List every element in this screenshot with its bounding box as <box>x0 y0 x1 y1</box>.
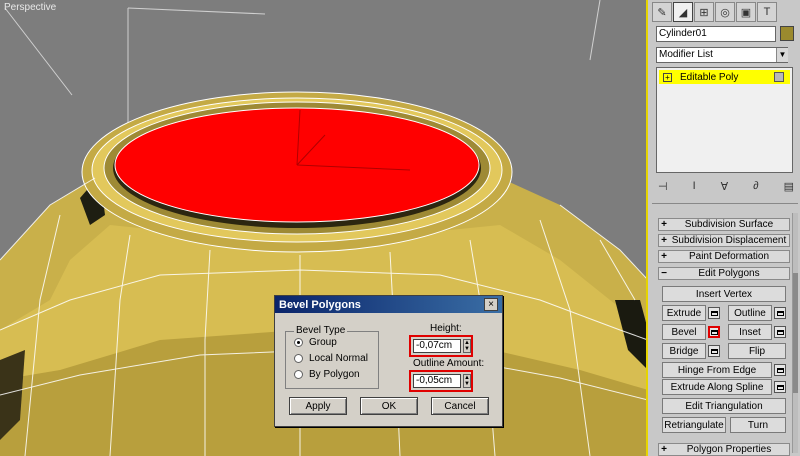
chevron-down-icon[interactable]: ▼ <box>776 48 788 62</box>
bevel-settings-button[interactable] <box>708 326 720 338</box>
inset-settings-button[interactable] <box>774 326 786 338</box>
rollout-paint-deformation[interactable]: + Paint Deformation <box>658 250 790 263</box>
rollout-label: Subdivision Surface <box>684 219 774 230</box>
divider <box>652 203 798 204</box>
bridge-button[interactable]: Bridge <box>662 343 706 359</box>
settings-icon <box>776 329 784 335</box>
scrollbar-thumb[interactable] <box>793 273 798 393</box>
radio-icon <box>294 354 303 363</box>
rollout-label: Paint Deformation <box>688 251 770 262</box>
make-unique-icon[interactable]: ∀ <box>721 180 729 194</box>
outline-amount-spinner[interactable]: -0,05cm ▲ ▼ <box>409 370 473 392</box>
bevel-type-group: Bevel Type Group Local Normal By Polygon <box>285 325 379 389</box>
settings-icon <box>710 310 718 316</box>
extrude-settings-button[interactable] <box>708 307 720 319</box>
radio-by-polygon[interactable]: By Polygon <box>294 369 360 380</box>
display-icon[interactable]: ▣ <box>736 2 756 22</box>
settings-icon <box>776 310 784 316</box>
turn-button[interactable]: Turn <box>730 417 786 433</box>
modify-icon[interactable]: ◢ <box>673 2 693 22</box>
spinner-arrows-icon[interactable]: ▲ ▼ <box>463 339 471 353</box>
panel-scrollbar[interactable] <box>792 213 798 453</box>
stack-toolbar: ⊣ Ι ∀ ∂ ▤ <box>658 180 794 194</box>
object-color-swatch[interactable] <box>780 26 794 41</box>
settings-icon <box>776 367 784 373</box>
radio-group[interactable]: Group <box>294 337 337 348</box>
rollout-label: Edit Polygons <box>698 268 760 279</box>
radio-label: Local Normal <box>309 353 368 364</box>
configure-sets-icon[interactable]: ▤ <box>784 180 794 194</box>
hierarchy-icon[interactable]: ⊞ <box>694 2 714 22</box>
extrude-button[interactable]: Extrude <box>662 305 706 321</box>
extrude-along-spline-settings-button[interactable] <box>774 381 786 393</box>
height-spinner[interactable]: -0,07cm ▲ ▼ <box>409 335 473 357</box>
rollout-polygon-properties[interactable]: + Polygon Properties <box>658 443 790 456</box>
radio-local-normal[interactable]: Local Normal <box>294 353 368 364</box>
expand-icon: + <box>661 235 667 246</box>
extrude-along-spline-button[interactable]: Extrude Along Spline <box>662 379 772 395</box>
flip-button[interactable]: Flip <box>728 343 786 359</box>
show-end-result-icon[interactable]: Ι <box>693 180 696 194</box>
viewport-label: Perspective <box>4 2 57 13</box>
rollout-subdivision-surface[interactable]: + Subdivision Surface <box>658 218 790 231</box>
command-panel: ✎ ◢ ⊞ ◎ ▣ T Cylinder01 Modifier List ▼ +… <box>650 0 800 456</box>
stack-item-label: Editable Poly <box>680 71 739 83</box>
radio-icon <box>294 338 303 347</box>
height-label: Height: <box>430 323 462 334</box>
bevel-type-label: Bevel Type <box>294 325 348 336</box>
spinner-arrows-icon[interactable]: ▲ ▼ <box>463 374 471 388</box>
edit-triangulation-button[interactable]: Edit Triangulation <box>662 398 786 414</box>
expand-icon: + <box>661 444 667 455</box>
rollout-label: Subdivision Displacement <box>671 235 787 246</box>
expand-icon: + <box>661 219 667 230</box>
create-icon[interactable]: ✎ <box>652 2 672 22</box>
settings-icon <box>710 348 718 354</box>
dialog-title[interactable]: Bevel Polygons <box>275 296 502 313</box>
apply-button[interactable]: Apply <box>289 397 347 415</box>
hinge-from-edge-button[interactable]: Hinge From Edge <box>662 362 772 378</box>
close-icon[interactable]: × <box>484 298 498 311</box>
bridge-settings-button[interactable] <box>708 345 720 357</box>
rollout-subdivision-displacement[interactable]: + Subdivision Displacement <box>658 234 790 247</box>
settings-icon <box>776 384 784 390</box>
utilities-icon[interactable]: T <box>757 2 777 22</box>
object-name-field[interactable]: Cylinder01 <box>656 26 776 42</box>
stack-item-toggle-icon[interactable] <box>774 72 784 82</box>
stack-item-editable-poly[interactable]: + Editable Poly <box>659 70 790 84</box>
ok-button[interactable]: OK <box>360 397 418 415</box>
outline-amount-input[interactable]: -0,05cm <box>413 374 461 388</box>
rollout-label: Polygon Properties <box>686 444 772 455</box>
bevel-button[interactable]: Bevel <box>662 324 706 340</box>
radio-label: By Polygon <box>309 369 360 380</box>
modifier-stack[interactable]: + Editable Poly <box>656 67 793 173</box>
settings-icon <box>710 329 718 335</box>
radio-label: Group <box>309 337 337 348</box>
cancel-button[interactable]: Cancel <box>431 397 489 415</box>
collapse-icon: − <box>661 268 667 279</box>
pin-stack-icon[interactable]: ⊣ <box>658 180 668 194</box>
rollout-edit-polygons[interactable]: − Edit Polygons <box>658 267 790 280</box>
retriangulate-button[interactable]: Retriangulate <box>662 417 726 433</box>
motion-icon[interactable]: ◎ <box>715 2 735 22</box>
bevel-polygons-dialog: Bevel Polygons × Bevel Type Group Local … <box>274 295 503 427</box>
modifier-list-dropdown[interactable]: Modifier List <box>656 47 788 63</box>
hinge-settings-button[interactable] <box>774 364 786 376</box>
expand-icon[interactable]: + <box>663 72 672 82</box>
outline-settings-button[interactable] <box>774 307 786 319</box>
radio-icon <box>294 370 303 379</box>
remove-modifier-icon[interactable]: ∂ <box>753 180 758 194</box>
outline-button[interactable]: Outline <box>728 305 772 321</box>
insert-vertex-button[interactable]: Insert Vertex <box>662 286 786 302</box>
expand-icon: + <box>661 251 667 262</box>
outline-amount-label: Outline Amount: <box>413 358 485 369</box>
inset-button[interactable]: Inset <box>728 324 772 340</box>
height-input[interactable]: -0,07cm <box>413 339 461 353</box>
panel-tabs: ✎ ◢ ⊞ ◎ ▣ T <box>652 2 798 24</box>
